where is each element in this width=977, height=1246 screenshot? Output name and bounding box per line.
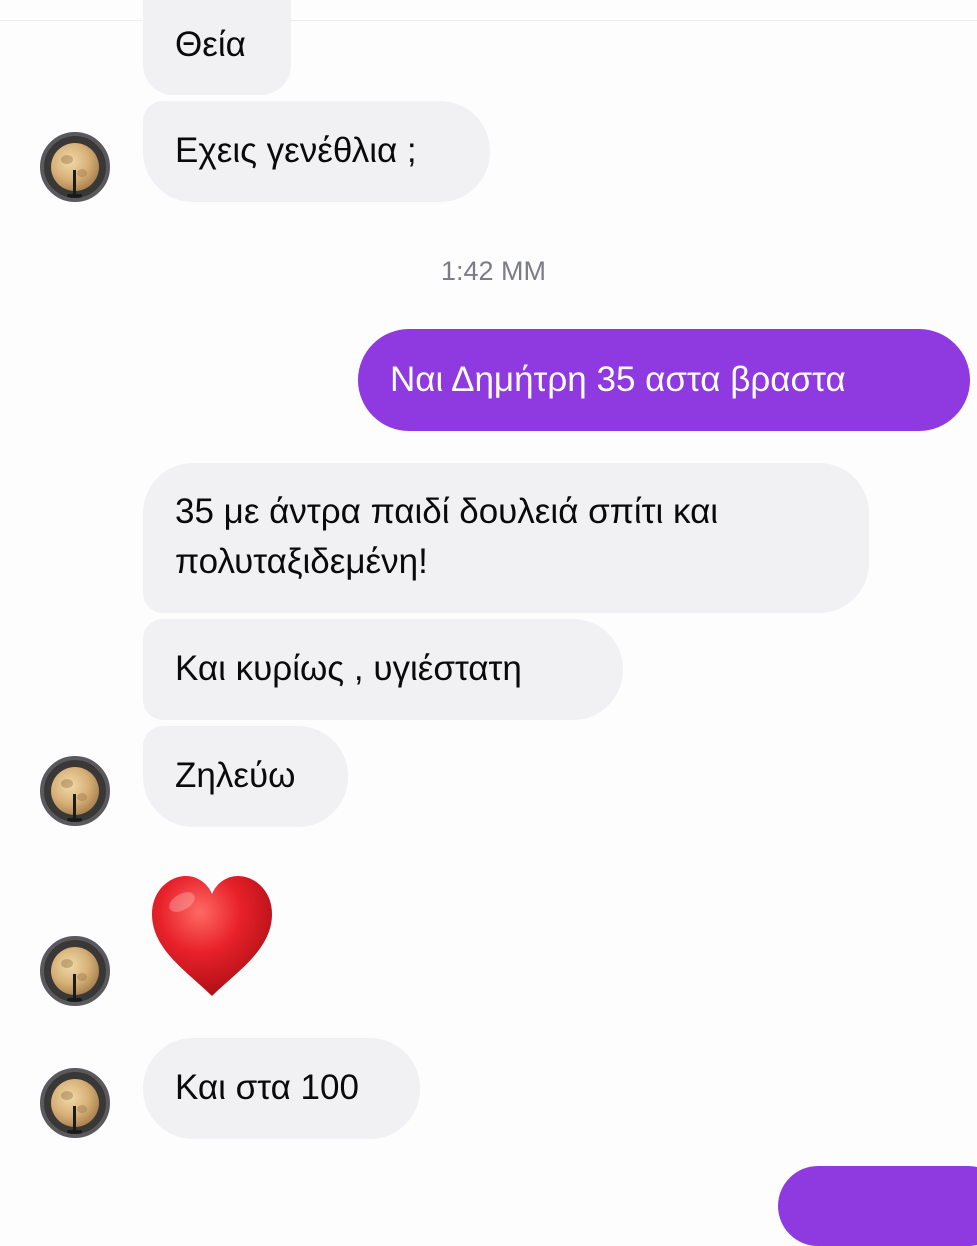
message-bubble-incoming[interactable]: Ζηλεύω xyxy=(143,726,348,827)
message-bubble-incoming[interactable]: Θεία xyxy=(143,0,291,95)
message-bubble-incoming[interactable]: Και κυρίως , υγιέστατη xyxy=(143,619,623,720)
message-timestamp: 1:42 ΜΜ xyxy=(440,256,547,286)
message-bubble-incoming[interactable]: 35 με άντρα παιδί δουλειά σπίτι και πολυ… xyxy=(143,463,869,613)
contact-avatar[interactable] xyxy=(40,132,110,202)
silhouette-icon xyxy=(67,794,82,822)
message-bubble-outgoing[interactable]: Ναι Δημήτρη 35 αστα βραστα xyxy=(358,329,970,431)
contact-avatar[interactable] xyxy=(40,936,110,1006)
message-text: Ζηλεύω xyxy=(175,756,296,795)
message-text-line: πολυταξιδεμένη! xyxy=(175,542,428,581)
message-text: Και στα 100 xyxy=(175,1068,359,1107)
message-bubble-incoming[interactable]: Εχεις γενέθλια ; xyxy=(143,101,490,202)
message-text: Και κυρίως , υγιέστατη xyxy=(175,649,522,688)
message-bubble-incoming[interactable]: Και στα 100 xyxy=(143,1038,420,1139)
silhouette-icon xyxy=(67,1106,82,1134)
message-text: Θεία xyxy=(175,25,246,64)
message-text-line: 35 με άντρα παιδί δουλειά σπίτι και xyxy=(175,492,719,531)
contact-avatar[interactable] xyxy=(40,1068,110,1138)
message-text: Ναι Δημήτρη 35 αστα βραστα xyxy=(390,360,846,399)
message-text: Εχεις γενέθλια ; xyxy=(175,131,417,170)
red-heart-icon[interactable] xyxy=(148,872,276,1002)
message-bubble-outgoing-partial[interactable] xyxy=(778,1166,977,1246)
contact-avatar[interactable] xyxy=(40,756,110,826)
silhouette-icon xyxy=(67,974,82,1002)
silhouette-icon xyxy=(67,170,82,198)
